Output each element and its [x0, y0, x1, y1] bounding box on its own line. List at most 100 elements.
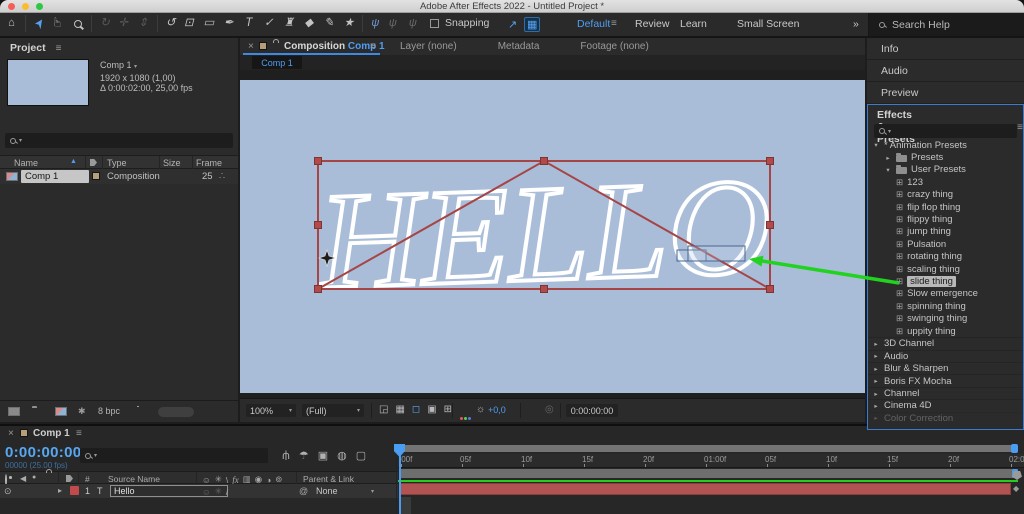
- exposure-value[interactable]: +0,0: [488, 405, 506, 415]
- comp-info-dropdown-icon[interactable]: ▾: [134, 64, 137, 70]
- channel-select-icon[interactable]: [460, 407, 472, 425]
- audio-column-icon[interactable]: ◀: [20, 474, 26, 483]
- pick-whip-icon[interactable]: @: [299, 486, 308, 496]
- selection-tool-icon[interactable]: ➤: [25, 15, 48, 32]
- zoom-level-select[interactable]: 100% ▾: [246, 404, 296, 417]
- column-size[interactable]: Size: [163, 158, 181, 168]
- twirl-closed-icon[interactable]: ▸: [872, 377, 880, 385]
- interpret-footage-icon[interactable]: [8, 407, 20, 416]
- twirl-closed-icon[interactable]: ▸: [872, 414, 880, 422]
- comp-marker-bin[interactable]: [1012, 471, 1022, 480]
- collapsed-panel-tab[interactable]: Preview: [867, 82, 1024, 104]
- twirl-closed-icon[interactable]: ▸: [884, 154, 892, 162]
- collapsed-panel-tab[interactable]: Audio: [867, 60, 1024, 82]
- column-name[interactable]: Name: [14, 158, 38, 168]
- snapping-checkbox[interactable]: [430, 18, 439, 28]
- presets-folder-row[interactable]: ▸ Presets: [868, 151, 1023, 163]
- label-column-icon[interactable]: [66, 475, 73, 482]
- time-ruler[interactable]: :00f05f10f15f20f01:00f05f10f15f20f02:00f: [398, 454, 1024, 468]
- mini-flowchart-icon[interactable]: ψ: [282, 450, 290, 462]
- preset-item[interactable]: ⊞ swinging thing: [868, 312, 1023, 324]
- viewer-tab[interactable]: Footage (none): [580, 41, 648, 52]
- comp-subtab[interactable]: Comp 1: [252, 56, 302, 69]
- layer-duration-bar[interactable]: [399, 483, 1011, 495]
- timeline-navigator-bar[interactable]: [400, 445, 1018, 452]
- collapsed-panel-tab[interactable]: Info: [867, 38, 1024, 60]
- timeline-panel-menu-icon[interactable]: ≡: [76, 428, 82, 439]
- workspace-small-screen-button[interactable]: Small Screen: [737, 18, 799, 30]
- show-snapshot-icon[interactable]: ◎: [545, 404, 554, 415]
- layer-quality-icon[interactable]: /: [226, 487, 228, 497]
- project-item-name[interactable]: Comp 1: [21, 170, 89, 183]
- effect-category-row[interactable]: ▸ Boris FX Mocha: [868, 374, 1023, 387]
- project-search-field[interactable]: ▾: [5, 133, 233, 148]
- effect-category-row[interactable]: ▸ Audio: [868, 349, 1023, 362]
- user-presets-folder-row[interactable]: ▾ User Presets: [868, 164, 1023, 176]
- search-options-caret[interactable]: ▾: [19, 137, 22, 144]
- workspace-overflow-chevron[interactable]: »: [853, 18, 859, 30]
- rectangle-tool-icon[interactable]: ▭: [202, 15, 215, 32]
- twirl-closed-icon[interactable]: ▸: [872, 402, 880, 410]
- preset-item[interactable]: ⊞ Slow emergence: [868, 288, 1023, 300]
- fx-switch-icon[interactable]: fx: [232, 475, 239, 485]
- mask-visibility-icon[interactable]: ◻: [412, 404, 420, 415]
- pan-behind-tool-icon[interactable]: ⊡: [182, 15, 195, 32]
- effect-category-row[interactable]: ▸ 3D Channel: [868, 337, 1023, 349]
- timecode-display[interactable]: 0:00:00:00: [5, 444, 81, 461]
- project-tab[interactable]: Project: [10, 42, 46, 54]
- project-settings-icon[interactable]: ✱: [78, 406, 86, 417]
- effect-category-row[interactable]: ▸ Blur & Sharpen: [868, 362, 1023, 374]
- dolly-camera-tool-icon[interactable]: ⇕: [137, 15, 150, 32]
- preset-item[interactable]: ⊞ slide thing: [868, 275, 1023, 287]
- workspace-review-button[interactable]: Review: [635, 18, 669, 30]
- adjustment-switch-icon[interactable]: ◑: [266, 475, 271, 485]
- new-composition-icon[interactable]: [55, 407, 67, 416]
- preset-item[interactable]: ⊞ uppity thing: [868, 325, 1023, 337]
- twirl-closed-icon[interactable]: ▸: [872, 340, 880, 348]
- world-axis-mode-icon[interactable]: ψ: [386, 15, 399, 32]
- shy-layers-icon[interactable]: ▣: [318, 449, 328, 462]
- zoom-tool-icon[interactable]: [71, 15, 84, 32]
- preset-item[interactable]: ⊞ crazy thing: [868, 189, 1023, 201]
- layer-row[interactable]: ⊙ ▸ 1 T Hello ☺ ✳ / @ None ▾: [0, 484, 398, 498]
- label-column-icon[interactable]: [90, 159, 97, 166]
- label-color-swatch[interactable]: [92, 172, 100, 180]
- layer-collapse-icon[interactable]: ✳: [215, 486, 222, 497]
- project-row-comp1[interactable]: Comp 1 Composition 25 ∴: [0, 169, 238, 184]
- timeline-search-field[interactable]: ▾: [80, 448, 268, 463]
- layer-twirl-icon[interactable]: ▸: [58, 486, 62, 495]
- twirl-closed-icon[interactable]: ▸: [872, 390, 880, 398]
- animation-presets-root[interactable]: ▾ * Animation Presets: [868, 139, 1023, 151]
- preset-item[interactable]: ⊞ flip flop thing: [868, 201, 1023, 213]
- effect-category-row[interactable]: ▸ Channel: [868, 386, 1023, 399]
- type-tool-icon[interactable]: T: [242, 15, 255, 32]
- snap-box-icon[interactable]: ▦: [524, 17, 541, 32]
- quality-switch-icon[interactable]: \: [226, 475, 228, 485]
- search-options-caret[interactable]: ▾: [94, 452, 97, 459]
- region-of-interest-icon[interactable]: ▣: [427, 404, 436, 415]
- workspace-learn-button[interactable]: Learn: [680, 18, 707, 30]
- preset-item[interactable]: ⊞ 123: [868, 176, 1023, 188]
- draft-3d-icon[interactable]: ☂: [299, 449, 309, 462]
- resolution-select[interactable]: (Full) ▾: [302, 404, 364, 417]
- project-panel-menu-icon[interactable]: ≡: [56, 43, 62, 54]
- bit-depth-button[interactable]: 8 bpc: [98, 406, 120, 416]
- close-window-button[interactable]: [8, 3, 15, 10]
- transparency-grid-icon[interactable]: ▦: [395, 404, 404, 415]
- preset-item[interactable]: ⊞ scaling thing: [868, 263, 1023, 275]
- view-layout-icon[interactable]: ◲: [379, 404, 388, 415]
- clone-stamp-tool-icon[interactable]: ♜: [282, 15, 295, 32]
- layer-number-column[interactable]: #: [85, 474, 90, 484]
- pan-camera-tool-icon[interactable]: ✛: [117, 15, 130, 32]
- local-axis-mode-icon[interactable]: ψ: [362, 15, 379, 32]
- pixel-aspect-correction-icon[interactable]: ⊞: [444, 404, 452, 415]
- roto-brush-tool-icon[interactable]: ✎: [322, 15, 335, 32]
- pen-tool-icon[interactable]: ✒: [222, 15, 235, 32]
- workspace-default-button[interactable]: Default: [577, 18, 610, 30]
- effect-category-row[interactable]: ▸ Color Correction: [868, 411, 1023, 424]
- column-type[interactable]: Type: [107, 158, 127, 168]
- eraser-tool-icon[interactable]: ◆: [302, 15, 315, 32]
- orbit-camera-tool-icon[interactable]: ↻: [91, 15, 110, 32]
- parent-dropdown[interactable]: None ▾: [313, 485, 377, 497]
- preset-item[interactable]: ⊞ spinning thing: [868, 300, 1023, 312]
